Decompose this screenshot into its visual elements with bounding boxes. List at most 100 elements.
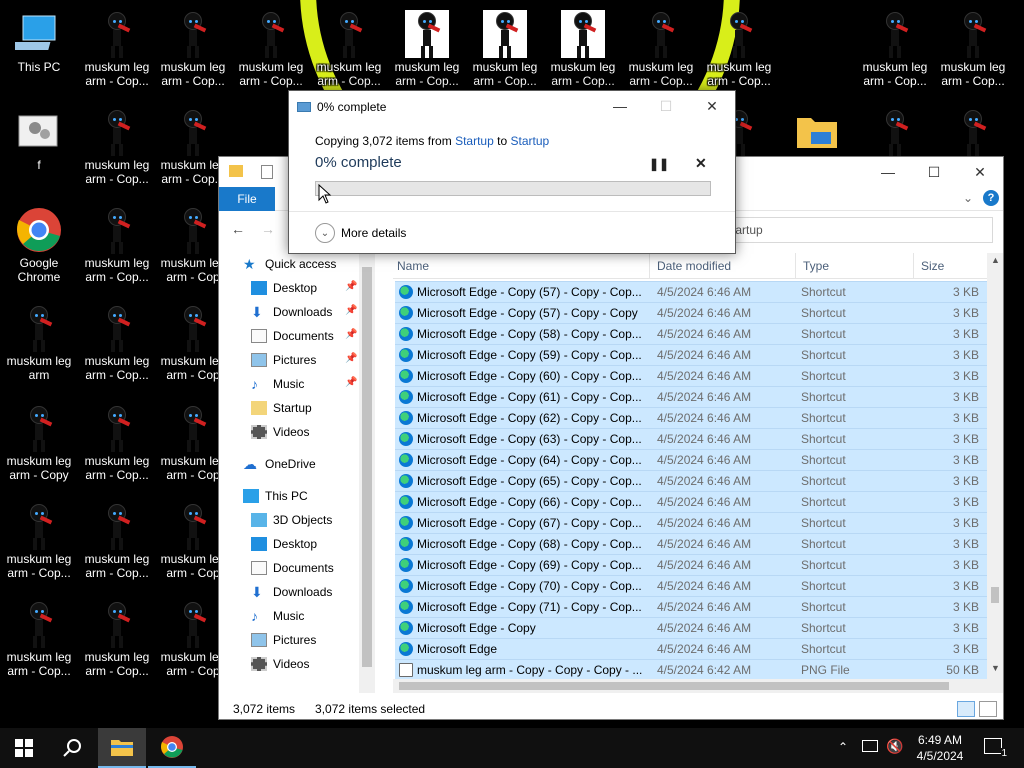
desktop-icon-f[interactable]: f [2, 104, 76, 194]
details-view-icon[interactable] [957, 701, 975, 717]
scroll-up-icon[interactable]: ▲ [991, 255, 1000, 265]
table-row[interactable]: Microsoft Edge - Copy (68) - Copy - Cop.… [395, 533, 987, 554]
desktop-icon-muskum[interactable]: muskum leg arm - Cop... [702, 6, 776, 96]
table-row[interactable]: Microsoft Edge - Copy (67) - Copy - Cop.… [395, 512, 987, 533]
table-row[interactable]: Microsoft Edge - Copy 4/5/2024 6:46 AM Sho… [395, 617, 987, 638]
nav-pane-scrollbar[interactable] [359, 253, 375, 693]
show-hidden-icons-chevron-icon[interactable]: ⌃ [838, 740, 848, 754]
desktop-icon-muskum[interactable]: muskum leg arm - Cop... [2, 498, 76, 588]
table-row[interactable]: Microsoft Edge - Copy (62) - Copy - Cop.… [395, 407, 987, 428]
nav-onedrive[interactable]: ☁ OneDrive [243, 453, 316, 475]
nav-pc-downloads[interactable]: ⬇ Downloads [251, 581, 332, 603]
horizontal-scrollbar[interactable] [393, 679, 987, 693]
network-icon[interactable] [862, 740, 878, 752]
scrollbar-thumb[interactable] [991, 587, 999, 603]
desktop-icon-muskum[interactable]: muskum leg arm - Cop... [234, 6, 308, 96]
desktop-icon-muskum[interactable]: muskum leg arm - Cop... [312, 6, 386, 96]
desktop-icon-muskum[interactable]: muskum leg arm [2, 300, 76, 390]
desktop-icon-muskum[interactable]: muskum leg arm - Cop... [936, 6, 1010, 96]
search-button[interactable] [48, 728, 96, 768]
table-row[interactable]: Microsoft Edge - Copy (57) - Copy - Cop.… [395, 281, 987, 302]
source-link[interactable]: Startup [455, 134, 494, 148]
copy-progress-dialog[interactable]: 0% complete — ☐ ✕ Copying 3,072 items fr… [288, 90, 736, 254]
table-row[interactable]: Microsoft Edge - Copy (61) - Copy - Cop.… [395, 386, 987, 407]
nav-pictures[interactable]: Pictures [251, 349, 316, 371]
cancel-button[interactable]: ✕ [695, 155, 707, 172]
notification-center-icon[interactable]: 1 [984, 738, 1007, 759]
scroll-down-icon[interactable]: ▼ [991, 663, 1000, 673]
desktop-icon-muskum[interactable]: muskum leg arm - Cop... [2, 596, 76, 686]
table-row[interactable]: Microsoft Edge - Copy (71) - Copy - Cop.… [395, 596, 987, 617]
forward-arrow-icon[interactable]: → [261, 221, 275, 237]
desktop-icon-muskum[interactable]: muskum leg arm - Cop... [390, 6, 464, 96]
desktop-icon-muskum[interactable]: muskum leg arm - Copy [2, 400, 76, 490]
column-type[interactable]: Type [803, 259, 829, 273]
desktop-icon-muskum[interactable]: muskum leg arm - Cop... [156, 6, 230, 96]
table-row[interactable]: Microsoft Edge - Copy (64) - Copy - Cop.… [395, 449, 987, 470]
nav-pc-music[interactable]: ♪ Music [251, 605, 304, 627]
table-row[interactable]: Microsoft Edge - Copy (70) - Copy - Cop.… [395, 575, 987, 596]
minimize-button[interactable]: — [865, 157, 911, 187]
taskbar-file-explorer[interactable] [98, 728, 146, 768]
desktop-icon-google-chrome[interactable]: Google Chrome [2, 202, 76, 292]
address-bar[interactable]: tartup [725, 217, 993, 243]
desktop-icon-muskum[interactable]: muskum leg arm - Cop... [546, 6, 620, 96]
back-arrow-icon[interactable]: ← [231, 221, 245, 237]
taskbar-chrome[interactable] [148, 728, 196, 768]
table-row[interactable]: Microsoft Edge - Copy (58) - Copy - Cop.… [395, 323, 987, 344]
volume-muted-icon[interactable]: 🔇 [886, 738, 903, 755]
nav-pc-desktop[interactable]: Desktop [251, 533, 317, 555]
table-row[interactable]: Microsoft Edge - Copy (59) - Copy - Cop.… [395, 344, 987, 365]
table-row[interactable]: Microsoft Edge - Copy (60) - Copy - Cop.… [395, 365, 987, 386]
desktop-icon-muskum[interactable]: muskum leg arm - Cop... [80, 202, 154, 292]
ribbon-expand-icon[interactable]: ⌄ [963, 191, 973, 205]
desktop-icon-muskum[interactable]: muskum leg arm - Cop... [80, 596, 154, 686]
large-icons-view-icon[interactable] [979, 701, 997, 717]
nav-startup[interactable]: Startup [251, 397, 312, 419]
dialog-close-button[interactable]: ✕ [689, 91, 735, 121]
nav-pc-documents[interactable]: Documents [251, 557, 334, 579]
column-date-modified[interactable]: Date modified [657, 259, 731, 273]
close-button[interactable]: ✕ [957, 157, 1003, 187]
table-row[interactable]: Microsoft Edge 4/5/2024 6:46 AM Shortcut 3 … [395, 638, 987, 659]
nav-this-pc[interactable]: This PC [243, 485, 308, 507]
table-row[interactable]: Microsoft Edge - Copy (57) - Copy - Copy… [395, 302, 987, 323]
dialog-minimize-button[interactable]: — [597, 91, 643, 121]
desktop-icon-muskum[interactable]: muskum leg arm - Cop... [858, 6, 932, 96]
scrollbar-thumb[interactable] [399, 682, 949, 690]
nav-3d-objects[interactable]: 3D Objects [251, 509, 332, 531]
help-icon[interactable]: ? [983, 190, 999, 206]
desktop-icon-muskum[interactable]: muskum leg arm - Cop... [80, 104, 154, 194]
nav-pc-videos[interactable]: Videos [251, 653, 309, 675]
nav-music[interactable]: ♪ Music [251, 373, 304, 395]
table-row[interactable]: muskum leg arm - Copy - Copy - Copy - ..… [395, 659, 987, 680]
nav-documents[interactable]: Documents [251, 325, 334, 347]
desktop-icon-muskum[interactable]: muskum leg arm - Cop... [80, 400, 154, 490]
desktop-icon-this-pc[interactable]: This PC [2, 6, 76, 96]
table-row[interactable]: Microsoft Edge - Copy (69) - Copy - Cop.… [395, 554, 987, 575]
desktop-icon-muskum[interactable]: muskum leg arm - Cop... [624, 6, 698, 96]
desktop-icon-muskum[interactable]: muskum leg arm - Cop... [80, 498, 154, 588]
table-row[interactable]: Microsoft Edge - Copy (65) - Copy - Cop.… [395, 470, 987, 491]
clock[interactable]: 6:49 AM 4/5/2024 [906, 732, 974, 764]
maximize-button[interactable]: ☐ [911, 157, 957, 187]
nav-pc-pictures[interactable]: Pictures [251, 629, 316, 651]
desktop-icon-muskum[interactable]: muskum leg arm - Cop... [80, 300, 154, 390]
pause-button[interactable]: ❚❚ [649, 157, 669, 171]
file-tab[interactable]: File [219, 187, 275, 211]
more-details-toggle[interactable]: ⌄ More details [315, 223, 406, 243]
nav-quick-access[interactable]: ★ Quick access [243, 253, 336, 275]
scrollbar-thumb[interactable] [362, 267, 372, 667]
column-name[interactable]: Name [397, 259, 429, 273]
file-list-scrollbar[interactable]: ▲ ▼ [987, 253, 1003, 693]
table-row[interactable]: Microsoft Edge - Copy (63) - Copy - Cop.… [395, 428, 987, 449]
destination-link[interactable]: Startup [510, 134, 549, 148]
nav-downloads[interactable]: ⬇ Downloads [251, 301, 332, 323]
start-button[interactable] [0, 728, 48, 768]
nav-desktop[interactable]: Desktop [251, 277, 317, 299]
properties-icon[interactable] [261, 165, 273, 179]
nav-videos[interactable]: Videos [251, 421, 309, 443]
table-row[interactable]: Microsoft Edge - Copy (66) - Copy - Cop.… [395, 491, 987, 512]
desktop-icon-muskum[interactable]: muskum leg arm - Cop... [80, 6, 154, 96]
column-size[interactable]: Size [921, 259, 944, 273]
